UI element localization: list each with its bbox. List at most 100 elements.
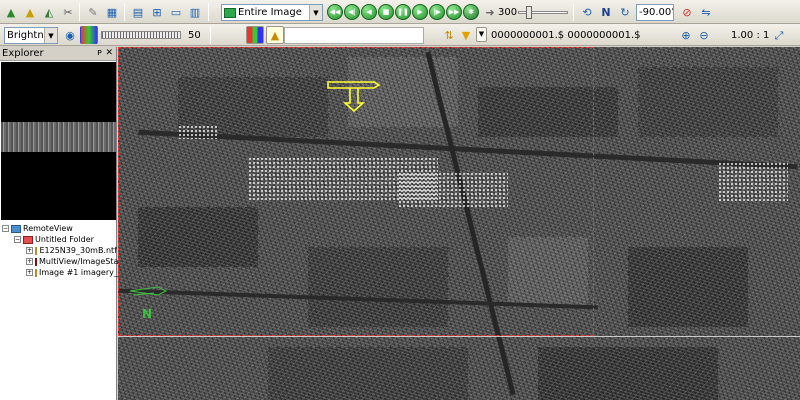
pin-icon[interactable]: ᴘ (97, 47, 102, 60)
terrain-icon[interactable]: ▲ (21, 3, 39, 21)
toolbar-separator (208, 3, 209, 21)
grid-icon[interactable]: ▦ (103, 3, 121, 21)
speed-slider-thumb[interactable] (526, 6, 532, 19)
filter-icon[interactable]: ▼ (457, 26, 475, 44)
stop-icon[interactable]: ■ (378, 4, 394, 20)
tree-item-label: MultiView/ImageSta... (39, 257, 127, 266)
pause-icon[interactable]: ❚❚ (395, 4, 411, 20)
globe-icon[interactable]: ◉ (61, 26, 79, 44)
enhance-mode-select[interactable]: Brightness ▼ (4, 27, 58, 44)
zoom-out-icon[interactable]: ⊖ (695, 26, 713, 44)
image-icon (35, 268, 37, 277)
tree-item-folder[interactable]: − Untitled Folder (0, 234, 117, 245)
collapse-icon[interactable]: − (2, 225, 9, 232)
zoom-in-icon[interactable]: ⊕ (677, 26, 695, 44)
flip-icon[interactable]: ⇋ (697, 3, 715, 21)
file-icon (35, 246, 38, 255)
explorer-tree: − RemoteView − Untitled Folder + E125N39… (0, 223, 128, 278)
expand-icon[interactable]: + (26, 269, 33, 276)
zoom-level[interactable]: 1.00 : 1 (731, 30, 769, 41)
coord-dropdown-icon[interactable]: ▼ (476, 27, 487, 42)
fast-forward-icon[interactable]: ▶▶ (446, 4, 462, 20)
histogram-icon[interactable]: ▲ (266, 26, 284, 44)
annotation-marker-icon[interactable] (326, 77, 381, 113)
built-up-area (398, 172, 508, 207)
forward-arrow-icon[interactable]: ➜ (481, 3, 499, 21)
play-icon[interactable]: ▶ (412, 4, 428, 20)
image-region-icon (224, 7, 236, 18)
chevron-down-icon: ▼ (309, 5, 322, 20)
field-patch (268, 347, 468, 400)
play-reverse-icon[interactable]: ◀ (361, 4, 377, 20)
rotation-input[interactable]: -90.00° (636, 4, 674, 21)
rgb-bands-icon[interactable] (246, 26, 264, 44)
remoteview-icon (11, 224, 21, 233)
coordinate-display: 0000000001.$ 0000000001.$ (491, 30, 641, 41)
tools-icon[interactable]: ✂ (59, 3, 77, 21)
folder-icon (23, 235, 33, 244)
main-toolbar: ▲ ▲ ◭ ✂ ✎ ▦ ▤ ⊞ ▭ ▥ Entire Image ▼ ◀◀ ◀|… (0, 0, 800, 24)
field-patch (308, 247, 448, 327)
overview-image-strip (1, 122, 116, 152)
band-info-field (284, 27, 424, 44)
tree-item-image[interactable]: + Image #1 imagery_f... (0, 267, 128, 278)
color-palette-icon[interactable] (80, 26, 98, 44)
fit-window-icon[interactable]: ⤢ (770, 26, 788, 44)
rotation-value: -90.00° (639, 7, 674, 18)
remoteview-window: ▲ ▲ ◭ ✂ ✎ ▦ ▤ ⊞ ▭ ▥ Entire Image ▼ ◀◀ ◀|… (0, 0, 800, 400)
tree-item-label: RemoteView (23, 224, 73, 233)
field-patch (628, 247, 748, 327)
field-patch (638, 67, 778, 137)
north-up-icon[interactable]: N (597, 3, 615, 21)
tree-item-root[interactable]: − RemoteView (0, 223, 117, 234)
image-viewer[interactable]: N (118, 47, 800, 400)
window-icon[interactable]: ▭ (167, 3, 185, 21)
chevron-down-icon: ▼ (44, 28, 57, 43)
step-forward-icon[interactable]: |▶ (429, 4, 445, 20)
multiview-icon (35, 257, 37, 266)
expand-icon[interactable]: + (26, 258, 33, 265)
field-patch (538, 347, 718, 400)
field-patch (478, 87, 618, 137)
draw-icon[interactable]: ✎ (84, 3, 102, 21)
tree-item-label: E125N39_30mB.ntf (39, 246, 117, 255)
tree-item-file[interactable]: + E125N39_30mB.ntf (0, 245, 117, 256)
table-icon[interactable]: ▤ (129, 3, 147, 21)
field-patch (138, 207, 258, 267)
collapse-icon[interactable]: − (14, 236, 21, 243)
reset-rotation-icon[interactable]: ⊘ (678, 3, 696, 21)
explorer-header: Explorer ᴘ ✕ (0, 47, 116, 61)
step-back-icon[interactable]: ◀| (344, 4, 360, 20)
tree-item-multiview[interactable]: + MultiView/ImageSta... (0, 256, 126, 267)
expand-icon[interactable]: + (26, 247, 33, 254)
north-label: N (142, 307, 153, 321)
explorer-panel: Explorer ᴘ ✕ − RemoteView − Untitled Fol… (0, 47, 128, 400)
built-up-area (718, 162, 788, 202)
explorer-title: Explorer (2, 48, 44, 59)
built-up-area (178, 125, 218, 139)
enhance-slider[interactable] (101, 31, 181, 39)
enhancement-toolbar: Brightness ▼ ◉ 50 ▲ ⇅ ▼ ▼ 0000000001.$ 0… (0, 24, 800, 46)
close-icon[interactable]: ✕ (105, 47, 113, 60)
region-select-value: Entire Image (238, 7, 302, 18)
tile-icon[interactable]: ▥ (186, 3, 204, 21)
tree-item-label: Image #1 imagery_f... (39, 268, 128, 277)
transfer-icon[interactable]: ⇅ (440, 26, 458, 44)
toolbar-separator (573, 3, 574, 21)
toolbar-separator (79, 3, 80, 21)
toolbar-separator (210, 26, 211, 44)
add-image-icon[interactable]: ⊞ (148, 3, 166, 21)
rewind-icon[interactable]: ◀◀ (327, 4, 343, 20)
region-select[interactable]: Entire Image ▼ (221, 4, 323, 21)
open-image-icon[interactable]: ▲ (2, 3, 20, 21)
layers-icon[interactable]: ◭ (40, 3, 58, 21)
toolbar-separator (124, 3, 125, 21)
frame-divider (118, 336, 800, 337)
rotate-free-icon[interactable]: ↻ (616, 3, 634, 21)
settings-gear-icon[interactable]: ✱ (463, 4, 479, 20)
speed-value: 300 (498, 7, 518, 18)
enhance-slider-value: 50 (188, 30, 201, 41)
rotate-icon[interactable]: ⟲ (578, 3, 596, 21)
overview-thumbnail[interactable] (1, 62, 116, 220)
tree-item-label: Untitled Folder (35, 235, 94, 244)
